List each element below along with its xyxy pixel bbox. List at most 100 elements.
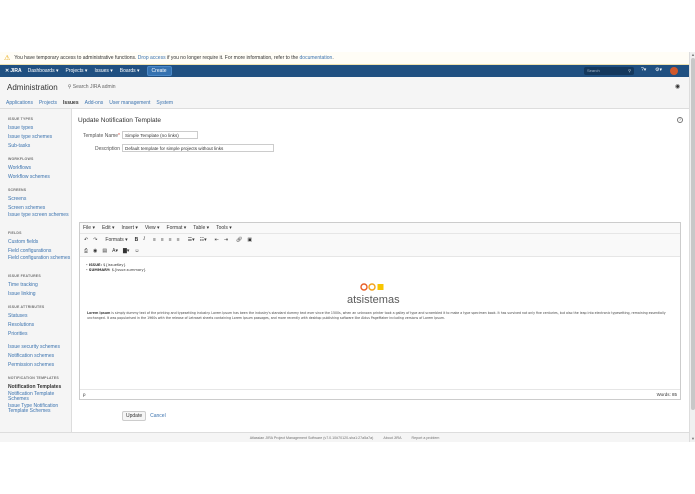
page-footer: Atlassian JIRA Project Management Softwa… [0, 432, 689, 442]
nav-dashboards[interactable]: Dashboards ▾ [28, 68, 59, 74]
menu-insert[interactable]: Insert ▾ [121, 225, 137, 231]
sidebar-item-notification-schemes[interactable]: Notification schemes [8, 352, 71, 361]
update-button[interactable]: Update [122, 411, 147, 421]
warning-icon: ⚠ [4, 55, 11, 62]
menu-table[interactable]: Table ▾ [193, 225, 209, 231]
numbered-list-icon[interactable]: ☷▾ [200, 237, 207, 243]
sidebar-item-issue-type-screen-schemes[interactable]: Issue type screen schemes [8, 213, 71, 225]
tab-applications[interactable]: Applications [6, 100, 33, 106]
text-color-icon[interactable]: A▾ [112, 248, 118, 254]
tab-projects[interactable]: Projects [39, 100, 57, 106]
redo-icon[interactable]: ↷ [93, 237, 97, 243]
media-icon[interactable]: ▤ [102, 248, 107, 254]
outdent-icon[interactable]: ⇤ [215, 237, 219, 243]
jira-logo-text: JIRA [10, 68, 22, 74]
sidebar-heading-screens: SCREENS [8, 188, 27, 192]
footer-report-link[interactable]: Report a problem [412, 436, 440, 440]
italic-icon[interactable]: I [143, 237, 145, 242]
nav-projects[interactable]: Projects ▾ [65, 68, 87, 74]
editor-content-area[interactable]: - ISSUE: ${issueKey} - SUMMARY: ${issue.… [80, 256, 680, 389]
align-justify-icon[interactable]: ≡ [177, 237, 180, 243]
undo-icon[interactable]: ↶ [84, 237, 88, 243]
sidebar-item-field-configuration-schemes[interactable]: Field configuration schemes [8, 256, 71, 268]
sidebar-item-resolutions[interactable]: Resolutions [8, 321, 71, 330]
indent-icon[interactable]: ⇥ [224, 237, 228, 243]
drop-access-link[interactable]: Drop access [138, 55, 166, 61]
bullet-list-icon[interactable]: ☰▾ [188, 237, 195, 243]
footer-version: Atlassian JIRA Project Management Softwa… [249, 435, 374, 440]
sidebar-item-statuses[interactable]: Statuses [8, 312, 71, 321]
preview-icon[interactable]: ◉ [93, 248, 97, 254]
warning-text-middle: if you no longer require it. For more in… [166, 55, 299, 61]
documentation-link[interactable]: documentation [300, 55, 333, 61]
sidebar-heading-notification-templates: NOTIFICATION TEMPLATES [8, 376, 59, 380]
emoticons-icon[interactable]: ☺ [134, 248, 139, 254]
sidebar-item-workflow-schemes[interactable]: Workflow schemes [8, 173, 71, 182]
element-path: p [83, 392, 86, 397]
formats-dropdown[interactable]: Formats ▾ [105, 237, 127, 243]
sidebar-item-workflows[interactable]: Workflows [8, 164, 71, 173]
description-input[interactable]: Default template for simple projects wit… [122, 144, 274, 152]
align-right-icon[interactable]: ≡ [169, 237, 172, 243]
print-icon[interactable]: ⎙ [84, 248, 88, 254]
warning-text-before: You have temporary access to administrat… [14, 55, 137, 61]
menu-edit[interactable]: Edit ▾ [102, 225, 115, 231]
sidebar-item-issue-type-schemes[interactable]: Issue type schemes [8, 133, 71, 142]
align-left-icon[interactable]: ≡ [153, 237, 156, 243]
menu-format[interactable]: Format ▾ [167, 225, 187, 231]
menu-tools[interactable]: Tools ▾ [216, 225, 232, 231]
nav-boards[interactable]: Boards ▾ [120, 68, 140, 74]
sidebar-heading-issue-attributes: ISSUE ATTRIBUTES [8, 305, 45, 309]
tab-issues[interactable]: Issues [63, 100, 79, 106]
vertical-scrollbar[interactable]: ▲ ▼ [689, 52, 695, 442]
tab-add-ons[interactable]: Add-ons [85, 100, 104, 106]
global-search-placeholder: Search [587, 68, 600, 73]
sidebar-item-issue-types[interactable]: Issue types [8, 124, 71, 133]
template-name-label-text: Template Name [83, 133, 119, 139]
help-question-icon[interactable]: ? [677, 117, 683, 123]
warning-text: You have temporary access to administrat… [14, 55, 333, 61]
help-icon[interactable]: ?▾ [641, 67, 646, 73]
sidebar-item-permission-schemes[interactable]: Permission schemes [8, 361, 71, 370]
footer-about-link[interactable]: About JIRA [383, 436, 401, 440]
create-button[interactable]: Create [146, 66, 172, 76]
sidebar-item-sub-tasks[interactable]: Sub-tasks [8, 142, 71, 151]
menu-view[interactable]: View ▾ [145, 225, 160, 231]
jira-logo[interactable]: ✕ JIRA [5, 68, 22, 74]
admin-tabs: Applications Projects Issues Add-ons Use… [0, 97, 689, 109]
nav-issues[interactable]: Issues ▾ [94, 68, 112, 74]
sidebar-item-time-tracking[interactable]: Time tracking [8, 281, 71, 290]
link-icon[interactable]: 🔗︎ [236, 237, 242, 243]
lorem-bold: Lorem Ipsum [87, 311, 111, 315]
sidebar-item-priorities[interactable]: Priorities [8, 330, 71, 339]
cancel-link[interactable]: Cancel [150, 413, 166, 419]
align-center-icon[interactable]: ≡ [161, 237, 164, 243]
admin-sidebar: ISSUE TYPES Issue types Issue type schem… [0, 109, 72, 442]
template-name-input[interactable]: Simple Template (no links) [122, 131, 198, 139]
global-search-input[interactable]: Search ⚲ [584, 67, 634, 75]
atsistemas-logo-graphic: atsistemas [347, 283, 400, 306]
sidebar-item-custom-fields[interactable]: Custom fields [8, 238, 71, 247]
template-line-summary: - SUMMARY: ${issue.summary} [86, 268, 674, 273]
sidebar-item-issue-linking[interactable]: Issue linking [8, 290, 71, 299]
sidebar-item-screens[interactable]: Screens [8, 195, 71, 204]
bold-icon[interactable]: B [135, 237, 139, 243]
tab-system[interactable]: System [156, 100, 173, 106]
background-color-icon[interactable]: ▇▾ [123, 248, 129, 254]
scrollbar-thumb[interactable] [691, 58, 695, 410]
admin-search-placeholder: Search JIRA admin [72, 84, 116, 90]
image-icon[interactable]: ▣ [247, 237, 252, 243]
sidebar-item-issue-type-notification-template-schemes[interactable]: Issue Type Notification Template Schemes [8, 404, 71, 416]
tab-user-management[interactable]: User management [109, 100, 150, 106]
sidebar-heading-fields: FIELDS [8, 231, 22, 235]
scroll-down-arrow-icon[interactable]: ▼ [690, 436, 695, 442]
summary-line-label: - SUMMARY: [86, 268, 112, 272]
settings-gear-icon[interactable]: ⚙▾ [655, 67, 662, 73]
admin-search-input[interactable]: ⚲ Search JIRA admin [68, 84, 116, 90]
user-avatar[interactable] [670, 67, 678, 75]
menu-file[interactable]: File ▾ [83, 225, 95, 231]
notifications-icon[interactable]: ◉ [675, 83, 680, 90]
editor-menubar: File ▾ Edit ▾ Insert ▾ View ▾ Format ▾ T… [80, 223, 680, 234]
form-actions: Update Cancel [122, 411, 166, 421]
sidebar-item-issue-security-schemes[interactable]: Issue security schemes [8, 343, 71, 352]
